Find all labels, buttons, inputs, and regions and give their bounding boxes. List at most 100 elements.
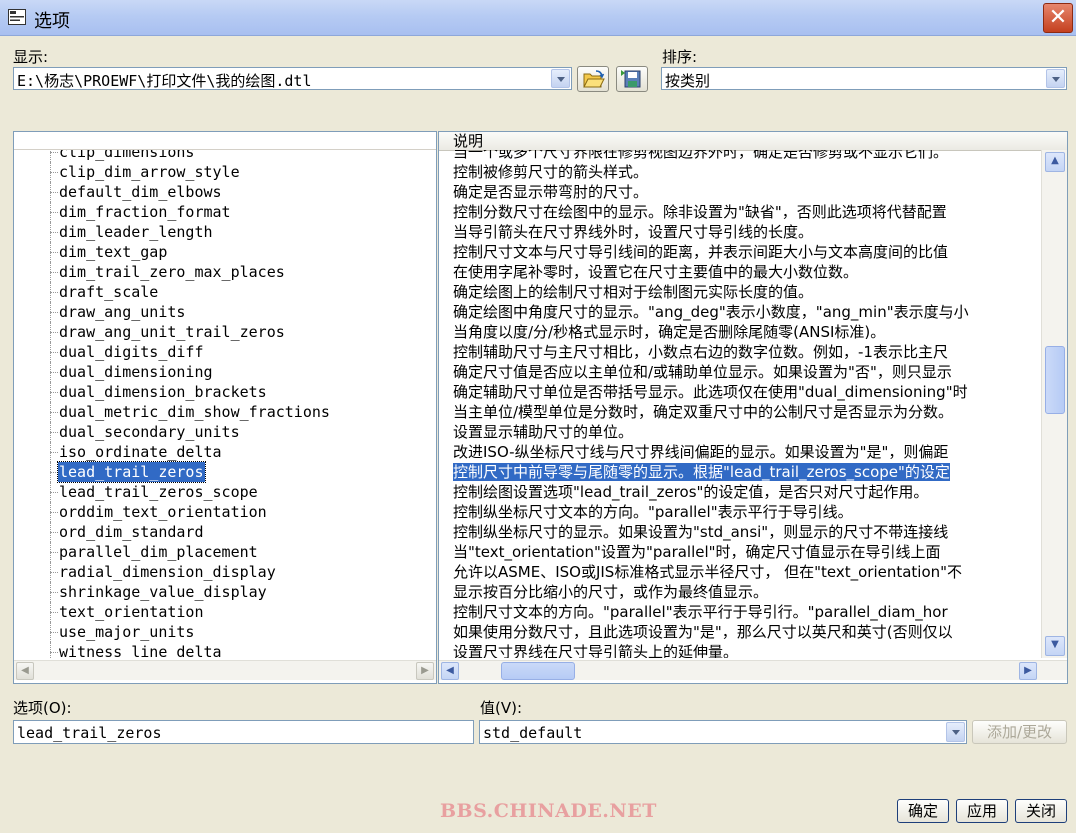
save-settings-button[interactable] — [616, 66, 648, 92]
option-field[interactable]: lead_trail_zeros — [13, 720, 474, 744]
description-row[interactable]: 当角度以度/分/秒格式显示时，确定是否删除尾随零(ANSI标准)。 — [439, 322, 1041, 342]
display-combo[interactable]: E:\杨志\PROEWF\打印文件\我的绘图.dtl — [13, 67, 572, 90]
description-vertical-scrollbar[interactable]: ▲ ▼ — [1041, 150, 1067, 658]
description-row[interactable]: 确定尺寸值是否应以主单位和/或辅助单位显示。如果设置为"否"，则只显示 — [439, 362, 1041, 382]
description-row[interactable]: 当导引箭头在尺寸界线外时，设置尺寸导引线的长度。 — [439, 222, 1041, 242]
open-folder-button[interactable] — [577, 66, 609, 92]
list-item[interactable]: dual_digits_diff — [14, 342, 436, 362]
description-list[interactable]: 当一个或多个尺寸界限在修剪视图边界外时，确定是否修剪或不显示它们。 控制被修剪尺寸… — [439, 150, 1041, 658]
scroll-right-icon[interactable]: ▶ — [1019, 662, 1037, 680]
description-row[interactable]: 控制尺寸文本与尺寸导引线间的距离，并表示间距大小与文本高度间的比值 — [439, 242, 1041, 262]
tree-line — [50, 392, 58, 393]
description-horizontal-scrollbar[interactable]: ◀ ▶ — [439, 660, 1067, 680]
tree-line — [50, 532, 58, 533]
description-row[interactable]: 当主单位/模型单位是分数时，确定双重尺寸中的公制尺寸是否显示为分数。 — [439, 402, 1041, 422]
list-item[interactable]: use_major_units — [14, 622, 436, 642]
folder-open-icon — [583, 70, 605, 88]
list-item[interactable]: draw_ang_units — [14, 302, 436, 322]
tree-line — [50, 592, 58, 593]
list-item[interactable]: dim_fraction_format — [14, 202, 436, 222]
list-item[interactable]: dual_metric_dim_show_fractions — [14, 402, 436, 422]
vertical-scroll-thumb[interactable] — [1045, 346, 1065, 414]
description-text: 确定是否显示带弯肘的尺寸。 — [453, 183, 649, 201]
scroll-down-icon[interactable]: ▼ — [1045, 636, 1065, 656]
sort-value: 按类别 — [665, 72, 711, 90]
close-window-button[interactable]: ✕ — [1043, 3, 1073, 33]
list-item[interactable]: lead_trail_zeros_scope — [14, 482, 436, 502]
list-item[interactable]: dim_trail_zero_max_places — [14, 262, 436, 282]
description-row[interactable]: 控制纵坐标尺寸的显示。如果设置为"std_ansi"，则显示的尺寸不带连接线 — [439, 522, 1041, 542]
scroll-left-icon[interactable]: ◀ — [16, 662, 34, 680]
description-text: 确定绘图中角度尺寸的显示。"ang_deg"表示小数度，"ang_min"表示度… — [453, 303, 969, 321]
list-item[interactable]: orddim_text_orientation — [14, 502, 436, 522]
list-item[interactable]: radial_dimension_display — [14, 562, 436, 582]
tree-line — [50, 652, 58, 653]
description-row[interactable]: 控制绘图设置选项"lead_trail_zeros"的设定值，是否只对尺寸起作用… — [439, 482, 1041, 502]
list-item[interactable]: draw_ang_unit_trail_zeros — [14, 322, 436, 342]
list-item[interactable]: shrinkage_value_display — [14, 582, 436, 602]
tree-line — [50, 332, 58, 333]
value-combo[interactable]: std_default — [479, 720, 967, 744]
list-item[interactable]: witness_line_delta — [14, 642, 436, 658]
description-row[interactable]: 控制分数尺寸在绘图中的显示。除非设置为"缺省"，否则此选项将代替配置 — [439, 202, 1041, 222]
title-bar: 选项 ✕ — [0, 0, 1076, 36]
description-text: 当"text_orientation"设置为"parallel"时，确定尺寸值显… — [453, 543, 941, 561]
list-item-label: clip_dimensions — [59, 150, 195, 161]
option-tree[interactable]: clip_dimensions clip_dim_arrow_style defau… — [13, 131, 437, 684]
list-item[interactable]: clip_dimensions — [14, 150, 436, 162]
list-item[interactable]: clip_dim_arrow_style — [14, 162, 436, 182]
scroll-right-icon[interactable]: ▶ — [416, 662, 434, 680]
list-item-label: dual_dimensioning — [59, 363, 213, 381]
description-row[interactable]: 当一个或多个尺寸界限在修剪视图边界外时，确定是否修剪或不显示它们。 — [439, 150, 1041, 162]
list-item[interactable]: parallel_dim_placement — [14, 542, 436, 562]
tree-line — [50, 632, 58, 633]
description-panel[interactable]: 说明 当一个或多个尺寸界限在修剪视图边界外时，确定是否修剪或不显示它们。 控制被修… — [438, 131, 1068, 684]
list-item[interactable]: text_orientation — [14, 602, 436, 622]
option-list[interactable]: clip_dimensions clip_dim_arrow_style defau… — [14, 150, 436, 658]
scroll-up-icon[interactable]: ▲ — [1045, 152, 1065, 172]
description-text: 控制辅助尺寸与主尺寸相比，小数点右边的数字位数。例如，-1表示比主尺 — [453, 343, 948, 361]
list-item[interactable]: ord_dim_standard — [14, 522, 436, 542]
chevron-down-icon[interactable] — [551, 69, 570, 88]
description-row[interactable]: 设置尺寸界线在尺寸导引箭头上的延伸量。 — [439, 642, 1041, 658]
description-row[interactable]: 确定是否显示带弯肘的尺寸。 — [439, 182, 1041, 202]
description-row[interactable]: 设置显示辅助尺寸的单位。 — [439, 422, 1041, 442]
chevron-down-icon[interactable] — [946, 722, 965, 742]
description-row[interactable]: 确定绘图中角度尺寸的显示。"ang_deg"表示小数度，"ang_min"表示度… — [439, 302, 1041, 322]
description-row[interactable]: 如果使用分数尺寸，且此选项设置为"是"，那么尺寸以英尺和英寸(否则仅以 — [439, 622, 1041, 642]
description-row[interactable]: 允许以ASME、ISO或JIS标准格式显示半径尺寸， 但在"text_orien… — [439, 562, 1041, 582]
list-item[interactable]: dim_text_gap — [14, 242, 436, 262]
apply-button[interactable]: 应用 — [956, 799, 1008, 823]
list-item-label: draw_ang_units — [59, 303, 186, 321]
tree-horizontal-scrollbar[interactable]: ◀ ▶ — [14, 660, 436, 680]
list-item[interactable]: draft_scale — [14, 282, 436, 302]
list-item[interactable]: dual_secondary_units — [14, 422, 436, 442]
list-item[interactable]: lead_trail_zeros — [14, 461, 436, 483]
description-row[interactable]: 在使用字尾补零时，设置它在尺寸主要值中的最大小数位数。 — [439, 262, 1041, 282]
description-row[interactable]: 显示按百分比缩小的尺寸，或作为最终值显示。 — [439, 582, 1041, 602]
description-row[interactable]: 控制被修剪尺寸的箭头样式。 — [439, 162, 1041, 182]
list-item[interactable]: iso_ordinate_delta — [14, 442, 436, 462]
description-row[interactable]: 改进ISO-纵坐标尺寸线与尺寸界线间偏距的显示。如果设置为"是"，则偏距 — [439, 442, 1041, 462]
list-item-label: ord_dim_standard — [59, 523, 204, 541]
description-row[interactable]: 控制尺寸文本的方向。"parallel"表示平行于导引行。"parallel_d… — [439, 602, 1041, 622]
scroll-left-icon[interactable]: ◀ — [441, 662, 459, 680]
list-item[interactable]: dim_leader_length — [14, 222, 436, 242]
description-row[interactable]: 确定绘图上的绘制尺寸相对于绘制图元实际长度的值。 — [439, 282, 1041, 302]
list-item[interactable]: dual_dimensioning — [14, 362, 436, 382]
add-change-button[interactable]: 添加/更改 — [972, 720, 1067, 744]
description-row[interactable]: 当"text_orientation"设置为"parallel"时，确定尺寸值显… — [439, 542, 1041, 562]
chevron-down-icon[interactable] — [1046, 69, 1065, 88]
description-row[interactable]: 控制尺寸中前导零与尾随零的显示。根据"lead_trail_zeros_scop… — [439, 462, 1041, 482]
description-row[interactable]: 控制辅助尺寸与主尺寸相比，小数点右边的数字位数。例如，-1表示比主尺 — [439, 342, 1041, 362]
display-label: 显示: — [13, 48, 49, 66]
ok-button[interactable]: 确定 — [897, 799, 949, 823]
close-button[interactable]: 关闭 — [1015, 799, 1067, 823]
list-item[interactable]: dual_dimension_brackets — [14, 382, 436, 402]
sort-combo[interactable]: 按类别 — [661, 67, 1067, 90]
list-item[interactable]: default_dim_elbows — [14, 182, 436, 202]
tree-line — [50, 432, 58, 433]
description-row[interactable]: 确定辅助尺寸单位是否带括号显示。此选项仅在使用"dual_dimensionin… — [439, 382, 1041, 402]
horizontal-scroll-thumb[interactable] — [501, 662, 575, 680]
description-row[interactable]: 控制纵坐标尺寸文本的方向。"parallel"表示平行于导引线。 — [439, 502, 1041, 522]
